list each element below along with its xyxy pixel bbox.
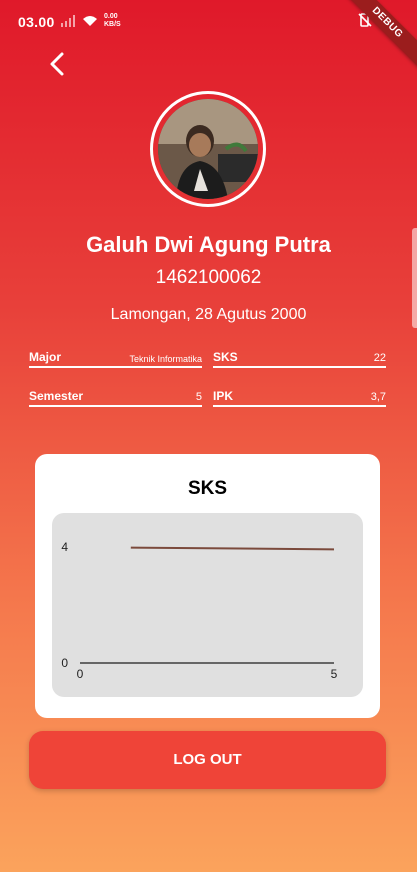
no-signal-icon (61, 15, 75, 27)
field-sks: SKS 22 (213, 350, 386, 368)
x-tick-label: 0 (77, 667, 84, 681)
field-ipk-label: IPK (213, 389, 234, 403)
field-major-value: Teknik Informatika (129, 354, 202, 364)
profile-photo (158, 99, 258, 199)
status-icons: 0.00 KB/S (60, 13, 121, 29)
profile-name: Galuh Dwi Agung Putra (86, 232, 331, 257)
series-line (130, 546, 335, 551)
profile-birth: Lamongan, 28 Agutus 2000 (110, 306, 307, 323)
y-tick-label: 4 (61, 540, 68, 554)
field-major: Major Teknik Informatika (29, 350, 202, 368)
chevron-left-icon (50, 52, 64, 76)
chart-area: 0 4 0 5 (52, 513, 363, 697)
avatar (158, 99, 258, 199)
status-time: 03.00 (18, 14, 55, 30)
sks-line-chart: 0 4 0 5 (61, 540, 338, 681)
wifi-icon (83, 16, 97, 26)
logout-button[interactable]: LOG OUT (29, 731, 386, 789)
profile-nim: 1462100062 (155, 267, 262, 288)
field-ipk: IPK 3,7 (213, 389, 386, 407)
field-semester: Semester 5 (29, 389, 202, 407)
status-bar: 03.00 0.00 KB/S (0, 0, 417, 40)
field-semester-value: 5 (195, 391, 202, 403)
chart-title: SKS (187, 478, 228, 499)
y-tick-label: 0 (61, 656, 68, 670)
net-speed: 0.00 KB/S (104, 13, 121, 28)
sks-chart-card: SKS 0 4 0 5 (35, 454, 380, 718)
field-sks-label: SKS (213, 350, 238, 364)
edge-handle (412, 228, 417, 328)
field-sks-value: 22 (373, 352, 386, 364)
back-button[interactable] (44, 50, 70, 78)
field-semester-label: Semester (29, 389, 84, 403)
field-major-label: Major (29, 350, 62, 364)
field-ipk-value: 3,7 (370, 391, 386, 403)
avatar-ring (150, 91, 266, 207)
x-tick-label: 5 (331, 667, 338, 681)
